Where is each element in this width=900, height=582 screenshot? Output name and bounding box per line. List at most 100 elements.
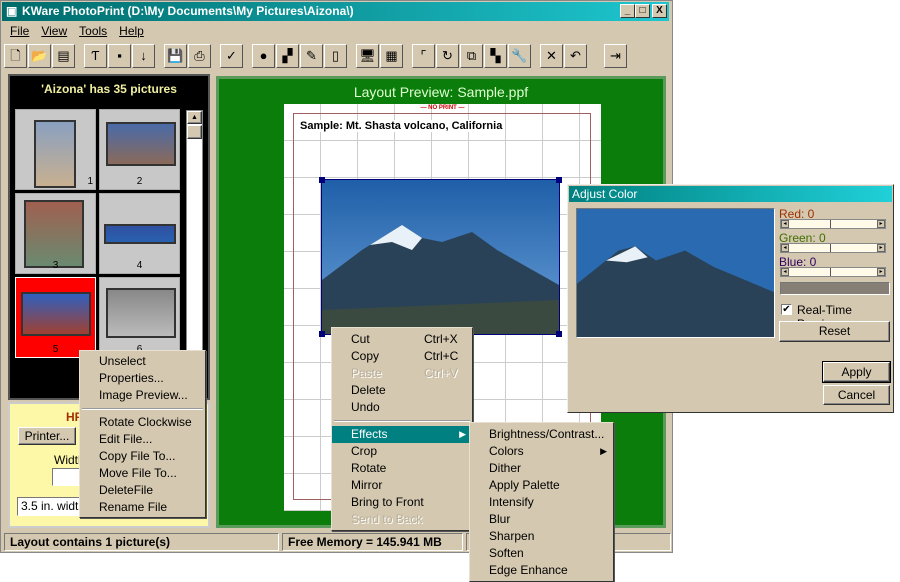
delete-icon: ✕	[546, 48, 557, 63]
new-button[interactable]: 🗋	[4, 44, 27, 68]
resize-handle[interactable]	[556, 331, 562, 337]
toolbar-separator	[244, 44, 252, 70]
resize-handle[interactable]	[319, 331, 325, 337]
resize-handle[interactable]	[319, 177, 325, 183]
menu-item-copy-file-to[interactable]: Copy File To...	[80, 448, 205, 465]
red-slider[interactable]: ◂ ▸	[780, 219, 886, 229]
circle-button[interactable]: ●	[252, 44, 275, 68]
page-button[interactable]: ▯	[324, 44, 347, 68]
brush-button[interactable]: ✎	[300, 44, 323, 68]
grid-button[interactable]: ▦	[380, 44, 403, 68]
menu-item-label: Apply Palette	[489, 478, 560, 492]
cancel-button[interactable]: Cancel	[823, 385, 890, 405]
menu-separator	[334, 420, 470, 422]
thumbnail[interactable]: 4	[99, 193, 180, 274]
menu-item-label: Edge Enhance	[489, 563, 568, 577]
menu-item-soften[interactable]: Soften	[470, 545, 613, 562]
menu-file[interactable]: File	[10, 24, 29, 38]
stamp-icon: ▞	[282, 48, 293, 63]
thumbnail-image	[21, 292, 91, 336]
menu-item-rename-file[interactable]: Rename File	[80, 499, 205, 516]
menu-item-label: Rename File	[99, 500, 168, 514]
monitor-button[interactable]: 🖥	[356, 44, 379, 68]
back-button[interactable]: ▚	[484, 44, 507, 68]
scan-button[interactable]: ▤	[52, 44, 75, 68]
toolbar: 🗋 📂 ▤ Ƭ ▪ ↓ 💾 ⎙ ✓ ● ▞ ✎ ▯ 🖥 ▦ ⌜ ↻ ⧉ ▚ 🔧 ✕ ↶ ⇥	[4, 44, 628, 70]
camera-button[interactable]: ▪	[108, 44, 131, 68]
print-button[interactable]: ⎙	[188, 44, 211, 68]
menu-item-rotate[interactable]: Rotate	[332, 460, 472, 477]
menu-item-copy[interactable]: Copy Ctrl+C	[332, 348, 472, 365]
menu-item-move-file-to[interactable]: Move File To...	[80, 465, 205, 482]
front-button[interactable]: ⧉	[460, 44, 483, 68]
menu-item-effects[interactable]: Effects ▶	[332, 426, 472, 443]
gallery-scrollbar[interactable]: ▲	[186, 110, 203, 354]
menu-item-properties[interactable]: Properties...	[80, 370, 205, 387]
menu-item-send-to-back[interactable]: Send to Back	[332, 511, 472, 528]
menu-item-apply-palette[interactable]: Apply Palette	[470, 477, 613, 494]
tools-button[interactable]: 🔧	[508, 44, 531, 68]
menu-item-sharpen[interactable]: Sharpen	[470, 528, 613, 545]
slider-thumb[interactable]	[830, 268, 831, 276]
apply-button[interactable]: Apply	[822, 361, 891, 383]
slider-thumb[interactable]	[830, 220, 831, 228]
realtime-preview-checkbox[interactable]: ✔	[781, 304, 792, 315]
crop-button[interactable]: ⌜	[412, 44, 435, 68]
menu-item-cut[interactable]: Cut Ctrl+X	[332, 331, 472, 348]
resize-handle[interactable]	[556, 177, 562, 183]
menu-item-blur[interactable]: Blur	[470, 511, 613, 528]
menu-item-paste[interactable]: Paste Ctrl+V	[332, 365, 472, 382]
close-button[interactable]: X	[652, 4, 667, 18]
menu-item-delete[interactable]: Delete	[332, 382, 472, 399]
menu-item-dither[interactable]: Dither	[470, 460, 613, 477]
thumbnail[interactable]: 6	[99, 277, 180, 358]
filter-button[interactable]: Ƭ	[84, 44, 107, 68]
thumbnail[interactable]: 3	[15, 193, 96, 274]
reset-button[interactable]: Reset	[779, 321, 890, 342]
open-button[interactable]: 📂	[28, 44, 51, 68]
open-icon: 📂	[31, 48, 48, 63]
stamp-button[interactable]: ▞	[276, 44, 299, 68]
exit-button[interactable]: ⇥	[604, 44, 627, 68]
thumbnail-image	[106, 288, 176, 338]
scroll-up-button[interactable]: ▲	[187, 111, 202, 124]
undo-button[interactable]: ↶	[564, 44, 587, 68]
menu-tools[interactable]: Tools	[79, 24, 107, 38]
menu-item-deletefile[interactable]: DeleteFile	[80, 482, 205, 499]
minimize-button[interactable]: _	[620, 4, 635, 18]
menu-item-colors[interactable]: Colors ▶	[470, 443, 613, 460]
menu-item-label: Edit File...	[99, 432, 153, 446]
thumbnail-context-menu: Unselect Properties... Image Preview... Rot…	[79, 350, 206, 518]
menu-item-intensify[interactable]: Intensify	[470, 494, 613, 511]
thumbnail[interactable]: 1	[15, 109, 96, 190]
save-button[interactable]: 💾	[164, 44, 187, 68]
green-slider[interactable]: ◂ ▸	[780, 243, 886, 253]
menu-item-brightness-contrast[interactable]: Brightness/Contrast...	[470, 426, 613, 443]
menu-item-label: Rotate	[351, 461, 387, 475]
menu-item-mirror[interactable]: Mirror	[332, 477, 472, 494]
effects-submenu: Brightness/Contrast... Colors ▶ Dither Apply…	[469, 422, 614, 582]
import-button[interactable]: ↓	[132, 44, 155, 68]
exit-icon: ⇥	[610, 48, 621, 63]
menu-item-bring-to-front[interactable]: Bring to Front	[332, 494, 472, 511]
selected-picture[interactable]	[319, 177, 562, 337]
thumbnail[interactable]: 2	[99, 109, 180, 190]
rotate-icon: ↻	[442, 48, 453, 63]
delete-button[interactable]: ✕	[540, 44, 563, 68]
menu-item-image-preview[interactable]: Image Preview...	[80, 387, 205, 404]
rotate-button[interactable]: ↻	[436, 44, 459, 68]
slider-thumb[interactable]	[830, 244, 831, 252]
printer-button[interactable]: Printer...	[18, 427, 76, 445]
check-button[interactable]: ✓	[220, 44, 243, 68]
menu-item-rotate-clockwise[interactable]: Rotate Clockwise	[80, 414, 205, 431]
menu-item-undo[interactable]: Undo	[332, 399, 472, 416]
thumbnail[interactable]: 5	[15, 277, 96, 358]
menu-item-unselect[interactable]: Unselect	[80, 353, 205, 370]
blue-slider[interactable]: ◂ ▸	[780, 267, 886, 277]
menu-item-crop[interactable]: Crop	[332, 443, 472, 460]
menu-item-edit-file[interactable]: Edit File...	[80, 431, 205, 448]
scroll-thumb[interactable]	[187, 125, 202, 139]
menu-view[interactable]: View	[41, 24, 67, 38]
menu-help[interactable]: Help	[119, 24, 144, 38]
maximize-button[interactable]: □	[635, 4, 650, 18]
